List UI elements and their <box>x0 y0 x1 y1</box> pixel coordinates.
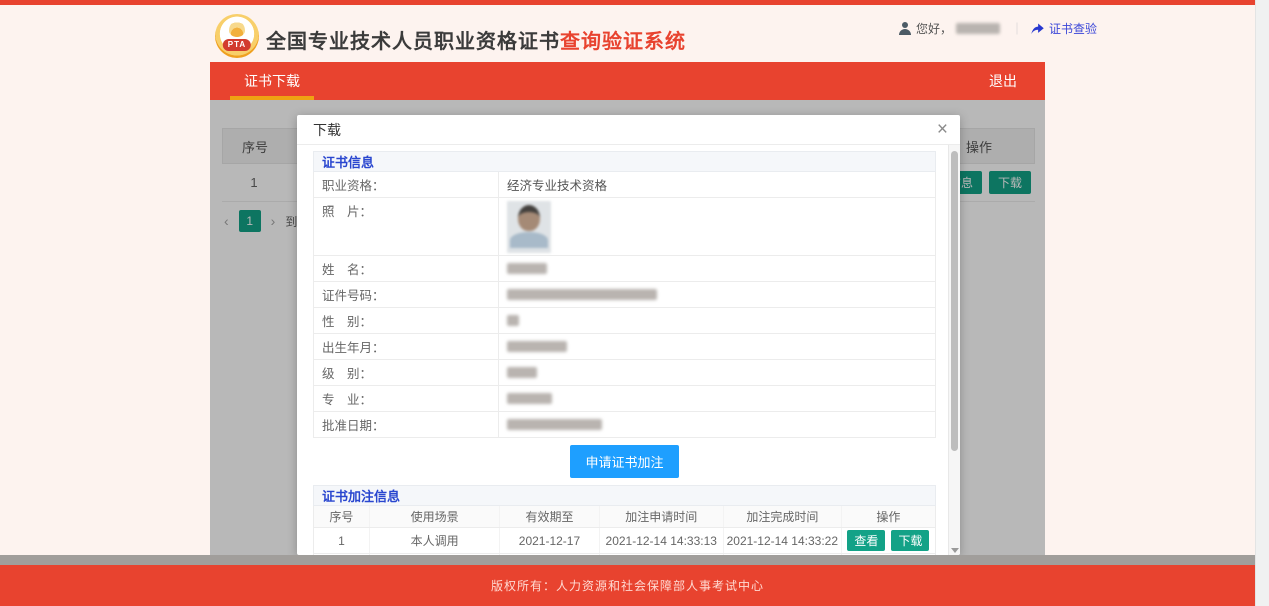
annotation-row-1: 1 本人调用 2021-12-17 2021-12-14 14:33:13 20… <box>314 528 935 554</box>
cell-expire: 2021-12-15 <box>500 554 599 555</box>
cell-completed: 2021-12-14 14:33:22 <box>724 528 842 553</box>
nav-bar: 证书下载 退出 <box>210 62 1045 100</box>
cert-info-table: 职业资格： 经济专业技术资格 照 片： 姓 名： <box>313 172 936 438</box>
modal-header: 下载 × <box>297 115 960 145</box>
section-cert-info: 证书信息 <box>313 151 936 172</box>
site-title-main: 全国专业技术人员职业资格证书 <box>266 31 560 53</box>
view-button[interactable]: 查看 <box>847 530 885 551</box>
name-value-redacted <box>507 263 547 274</box>
browser-scrollbar[interactable] <box>1255 0 1269 606</box>
row-gender: 性 别： <box>314 308 935 334</box>
site-title: 全国专业技术人员职业资格证书查询验证系统 <box>266 25 686 54</box>
annotation-row-2: 2 本人调用 2021-12-15 2021-12-14 14:32:21 20… <box>314 554 935 555</box>
user-icon <box>898 22 911 35</box>
site-header: PTA 全国专业技术人员职业资格证书查询验证系统 您好， ｜ 证书查验 <box>0 5 1255 62</box>
row-birth: 出生年月： <box>314 334 935 360</box>
logo-flame-icon <box>229 21 245 37</box>
row-name: 姓 名： <box>314 256 935 282</box>
user-name-redacted <box>956 23 1000 34</box>
row-photo: 照 片： <box>314 198 935 256</box>
share-arrow-icon <box>1030 22 1045 35</box>
header-expire: 有效期至 <box>500 506 599 527</box>
cell-seq: 1 <box>314 528 370 553</box>
logo-text: PTA <box>223 39 251 51</box>
iframe-bottom-strip <box>0 555 1255 565</box>
cell-applied: 2021-12-14 14:33:13 <box>600 528 724 553</box>
download-modal: 下载 × 证书信息 职业资格： 经济专业技术资格 照 片： <box>297 115 960 555</box>
header-action: 操作 <box>842 506 935 527</box>
name-label: 姓 名： <box>314 256 499 281</box>
level-label: 级 别： <box>314 360 499 385</box>
separator: ｜ <box>1011 20 1023 37</box>
site-footer: 版权所有：人力资源和社会保障部人事考试中心 <box>0 565 1255 606</box>
header-completed: 加注完成时间 <box>724 506 842 527</box>
gender-label: 性 别： <box>314 308 499 333</box>
user-area: 您好， ｜ 证书查验 <box>898 20 1097 36</box>
cell-seq: 2 <box>314 554 370 555</box>
copyright-text: 版权所有：人力资源和社会保障部人事考试中心 <box>491 577 764 594</box>
section-annotation-info: 证书加注信息 <box>313 485 936 506</box>
tab-cert-download[interactable]: 证书下载 <box>230 62 314 100</box>
scroll-down-arrow-icon[interactable] <box>951 548 959 553</box>
qualification-value: 经济专业技术资格 <box>499 172 935 197</box>
id-value-redacted <box>507 289 657 300</box>
row-qualification: 职业资格： 经济专业技术资格 <box>314 172 935 198</box>
birth-label: 出生年月： <box>314 334 499 359</box>
modal-body: 证书信息 职业资格： 经济专业技术资格 照 片： <box>297 151 960 555</box>
greeting-text: 您好， <box>916 20 952 37</box>
photo-label: 照 片： <box>314 198 499 255</box>
cell-scene: 本人调用 <box>370 554 500 555</box>
site-title-accent: 查询验证系统 <box>560 31 686 53</box>
major-value-redacted <box>507 393 552 404</box>
content-area: 序号 操作 1 证书信息 下载 ‹ 1 › 到第 <box>210 100 1045 555</box>
modal-title: 下载 <box>313 122 341 138</box>
gender-value-redacted <box>507 315 519 326</box>
tab-cert-download-label: 证书下载 <box>244 73 300 89</box>
cert-verify-link[interactable]: 证书查验 <box>1049 20 1097 37</box>
cell-expire: 2021-12-17 <box>500 528 599 553</box>
major-label: 专 业： <box>314 386 499 411</box>
level-value-redacted <box>507 367 537 378</box>
row-level: 级 别： <box>314 360 935 386</box>
approval-label: 批准日期： <box>314 412 499 437</box>
approval-value-redacted <box>507 419 602 430</box>
pta-logo-icon: PTA <box>215 14 259 58</box>
id-label: 证件号码： <box>314 282 499 307</box>
screen: PTA 全国专业技术人员职业资格证书查询验证系统 您好， ｜ 证书查验 证书下载… <box>0 0 1269 606</box>
certificate-photo <box>507 201 551 253</box>
header-applied: 加注申请时间 <box>600 506 724 527</box>
cell-completed: 2021-12-14 14:33:22 <box>724 554 842 555</box>
apply-annotation-button[interactable]: 申请证书加注 <box>570 445 678 478</box>
row-major: 专 业： <box>314 386 935 412</box>
birth-value-redacted <box>507 341 567 352</box>
modal-scrollbar-thumb[interactable] <box>951 151 958 451</box>
close-icon[interactable]: × <box>937 115 948 145</box>
row-id-number: 证件号码： <box>314 282 935 308</box>
header-scene: 使用场景 <box>370 506 500 527</box>
row-approval-date: 批准日期： <box>314 412 935 437</box>
logout-button[interactable]: 退出 <box>989 62 1017 100</box>
cell-applied: 2021-12-14 14:32:21 <box>600 554 724 555</box>
qualification-label: 职业资格： <box>314 172 499 197</box>
cell-scene: 本人调用 <box>370 528 500 553</box>
modal-scrollbar[interactable] <box>948 145 960 555</box>
annotation-table-header: 序号 使用场景 有效期至 加注申请时间 加注完成时间 操作 <box>314 506 935 528</box>
annotation-table: 序号 使用场景 有效期至 加注申请时间 加注完成时间 操作 1 本人调用 202… <box>313 506 936 555</box>
header-seq: 序号 <box>314 506 370 527</box>
download-button[interactable]: 下载 <box>891 530 929 551</box>
